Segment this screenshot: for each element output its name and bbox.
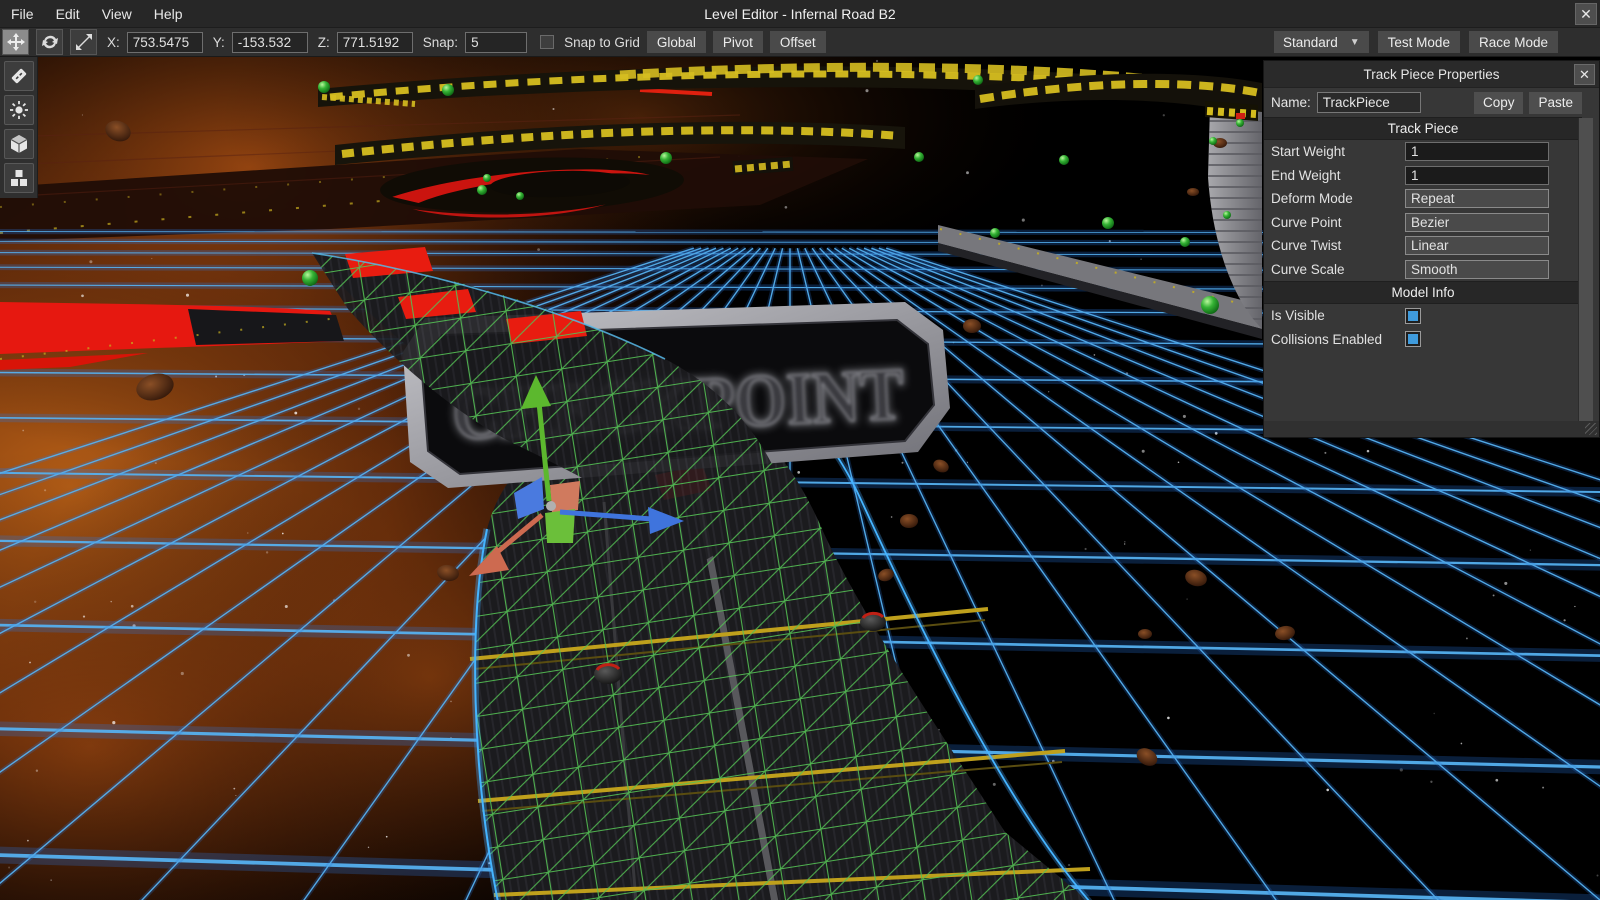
move-tool-button[interactable] [2, 29, 29, 55]
resize-grip[interactable] [1585, 423, 1597, 435]
curve-point-label: Curve Point [1271, 215, 1342, 230]
snap-to-grid-label: Snap to Grid [564, 35, 640, 50]
curve-point-dropdown[interactable]: Bezier [1405, 213, 1549, 232]
curve-twist-dropdown[interactable]: Linear [1405, 236, 1549, 255]
prop-row-curve-point: Curve Point Bezier [1264, 211, 1599, 235]
window-close-button[interactable]: ✕ [1575, 3, 1597, 25]
curve-twist-label: Curve Twist [1271, 238, 1341, 253]
move-icon [6, 32, 26, 52]
prop-row-end-weight: End Weight [1264, 164, 1599, 188]
prop-row-curve-twist: Curve Twist Linear [1264, 234, 1599, 258]
snap-to-grid-checkbox[interactable] [540, 35, 554, 49]
x-coord-label: X: [107, 35, 120, 50]
name-row: Name: Copy Paste [1264, 88, 1599, 117]
collisions-enabled-checkbox[interactable] [1405, 331, 1421, 347]
end-weight-input[interactable] [1405, 166, 1549, 185]
panel-header[interactable]: Track Piece Properties ✕ [1264, 61, 1599, 88]
road-icon [8, 65, 30, 87]
blocks-tool-button[interactable] [4, 163, 34, 193]
menu-file[interactable]: File [0, 6, 45, 22]
menu-view[interactable]: View [91, 6, 143, 22]
blocks-icon [8, 167, 30, 189]
race-mode-button[interactable]: Race Mode [1469, 31, 1558, 53]
menu-help[interactable]: Help [143, 6, 194, 22]
snap-label: Snap: [423, 35, 458, 50]
mode-dropdown[interactable]: Standard ▼ [1274, 31, 1369, 53]
deform-mode-dropdown[interactable]: Repeat [1405, 189, 1549, 208]
is-visible-row: Is Visible [1264, 304, 1599, 328]
collisions-enabled-row: Collisions Enabled [1264, 328, 1599, 352]
mode-dropdown-value: Standard [1283, 35, 1338, 50]
menu-edit[interactable]: Edit [45, 6, 91, 22]
is-visible-label: Is Visible [1271, 308, 1325, 323]
left-tool-strip [0, 57, 38, 198]
section-track-piece: Track Piece [1264, 117, 1582, 140]
window-title: Level Editor - Infernal Road B2 [0, 6, 1600, 22]
transform-toolbar: X: Y: Z: Snap: Snap to Grid Global Pivot… [0, 28, 1600, 57]
rotate-tool-button[interactable] [36, 29, 63, 55]
collisions-enabled-label: Collisions Enabled [1271, 332, 1382, 347]
paste-button[interactable]: Paste [1529, 92, 1582, 114]
panel-scrollbar[interactable] [1578, 118, 1593, 421]
z-coord-input[interactable] [337, 32, 413, 53]
global-button[interactable]: Global [647, 31, 706, 53]
prop-row-start-weight: Start Weight [1264, 140, 1599, 164]
is-visible-checkbox[interactable] [1405, 308, 1421, 324]
scale-tool-button[interactable] [70, 29, 97, 55]
level-editor-window: CHECKPOINT CHECKPOINT [0, 0, 1600, 900]
x-coord-input[interactable] [127, 32, 203, 53]
title-bar: File Edit View Help Level Editor - Infer… [0, 0, 1600, 28]
name-label: Name: [1271, 95, 1311, 110]
section-model-info: Model Info [1264, 281, 1582, 304]
model-tool-button[interactable] [4, 129, 34, 159]
start-weight-label: Start Weight [1271, 144, 1345, 159]
panel-title: Track Piece Properties [1363, 67, 1499, 82]
section-model-info-label: Model Info [1391, 285, 1454, 300]
name-input[interactable] [1317, 92, 1421, 113]
y-coord-input[interactable] [232, 32, 308, 53]
close-icon: ✕ [1580, 6, 1592, 23]
prop-row-curve-scale: Curve Scale Smooth [1264, 258, 1599, 282]
gizmo-center[interactable] [546, 501, 556, 511]
end-weight-label: End Weight [1271, 168, 1341, 183]
track-mine[interactable] [860, 613, 886, 631]
chevron-down-icon: ▼ [1350, 37, 1360, 48]
section-track-piece-label: Track Piece [1388, 121, 1459, 136]
rotate-icon [40, 32, 60, 52]
light-tool-button[interactable] [4, 95, 34, 125]
y-coord-label: Y: [213, 35, 225, 50]
curve-scale-dropdown[interactable]: Smooth [1405, 260, 1549, 279]
deform-mode-label: Deform Mode [1271, 191, 1353, 206]
prop-row-deform-mode: Deform Mode Repeat [1264, 187, 1599, 211]
cube-icon [8, 133, 30, 155]
offset-button[interactable]: Offset [770, 31, 826, 53]
snap-input[interactable] [465, 32, 527, 53]
test-mode-button[interactable]: Test Mode [1378, 31, 1460, 53]
copy-button[interactable]: Copy [1474, 92, 1524, 114]
close-icon: ✕ [1579, 67, 1590, 83]
panel-close-button[interactable]: ✕ [1574, 64, 1595, 85]
z-coord-label: Z: [318, 35, 330, 50]
track-piece-properties-panel: Track Piece Properties ✕ Name: Copy Past… [1263, 60, 1600, 438]
track-mine[interactable] [594, 664, 622, 684]
start-weight-input[interactable] [1405, 142, 1549, 161]
scale-icon [74, 32, 94, 52]
pivot-button[interactable]: Pivot [713, 31, 763, 53]
track-piece-tool-button[interactable] [4, 61, 34, 91]
sun-icon [8, 99, 30, 121]
curve-scale-label: Curve Scale [1271, 262, 1345, 277]
panel-footer [1264, 421, 1599, 437]
